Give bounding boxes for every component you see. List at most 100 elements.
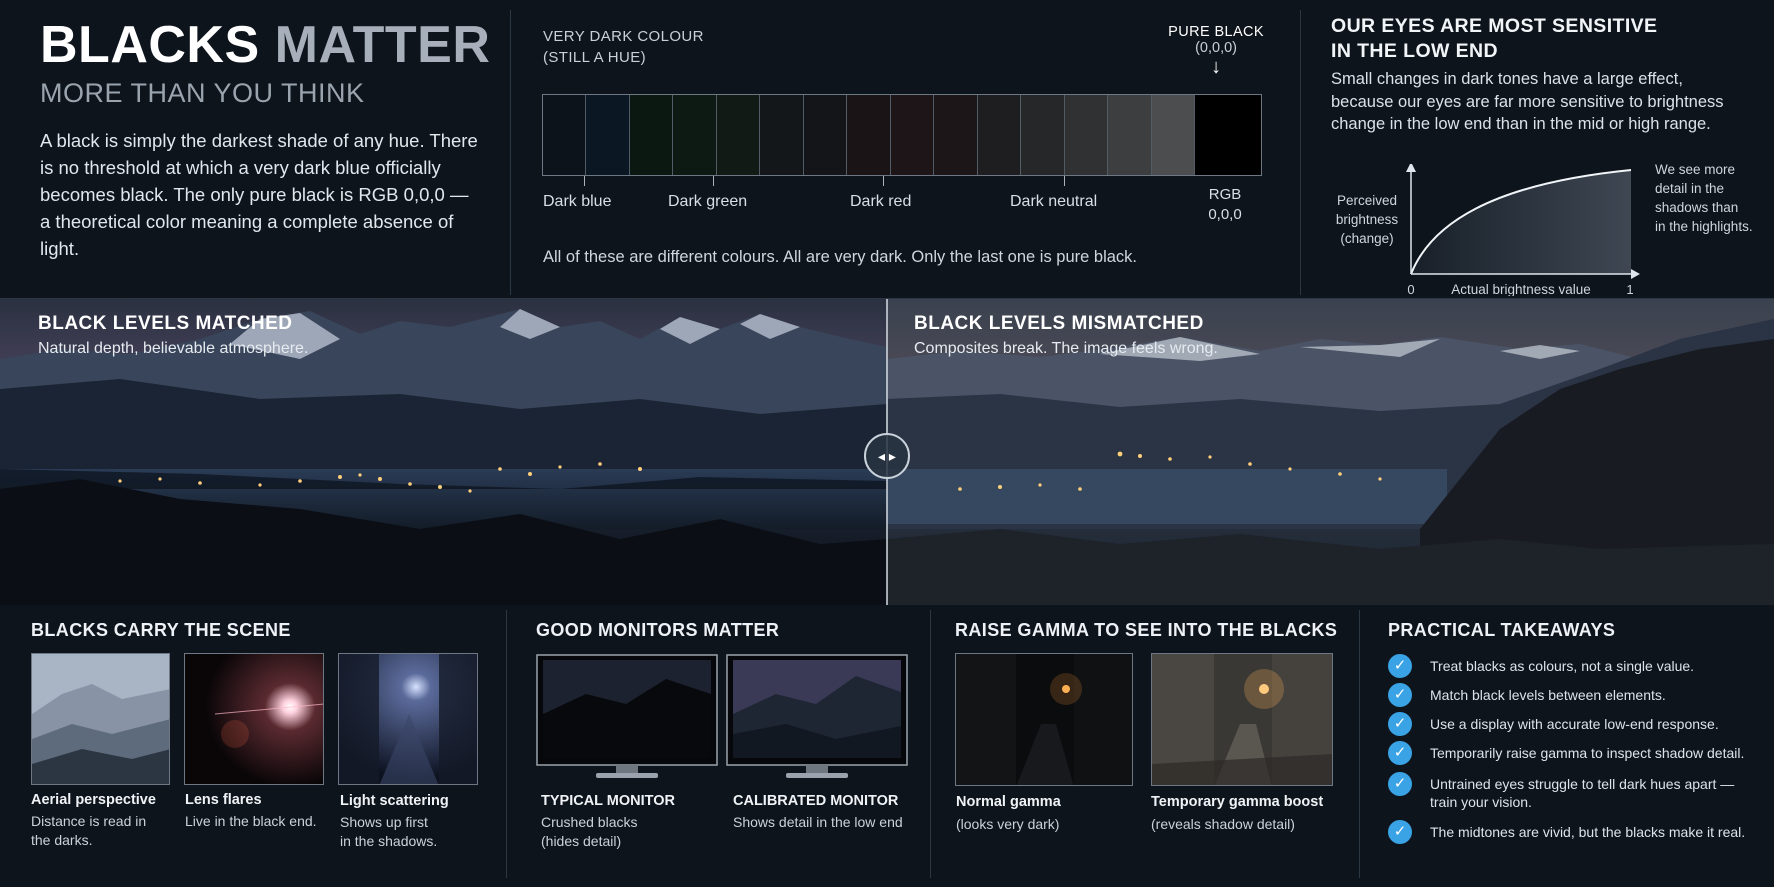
desc-line: Shows up first	[340, 814, 428, 830]
curve-note-line: in the highlights.	[1655, 219, 1753, 234]
pure-black-label: PURE BLACK	[1168, 24, 1264, 40]
caption-line: (STILL A HUE)	[543, 49, 647, 66]
colour-swatch	[1021, 95, 1065, 175]
colour-swatch	[673, 95, 717, 175]
curve-note-line: We see more	[1655, 164, 1735, 177]
colour-swatch	[1195, 95, 1262, 175]
eyes-title-line: OUR EYES ARE MOST SENSITIVE	[1331, 15, 1658, 37]
checkmark-icon: ✓	[1388, 654, 1412, 678]
takeaway-text: The midtones are vivid, but the blacks m…	[1430, 824, 1746, 840]
colour-swatch	[890, 95, 935, 175]
normal-gamma-image	[955, 653, 1133, 786]
desc-line: (hides detail)	[541, 833, 622, 849]
colour-swatch	[543, 95, 587, 175]
title-block: BLACKS MATTER MORE THAN YOU THINK A blac…	[40, 16, 500, 262]
boosted-gamma-desc: (reveals shadow detail)	[1151, 816, 1295, 832]
colour-swatch	[847, 95, 891, 175]
normal-gamma-illustration	[956, 654, 1132, 785]
typical-monitor-title: TYPICAL MONITOR	[541, 793, 675, 809]
caption-line: VERY DARK COLOUR	[543, 28, 704, 45]
takeaway-text: Temporarily raise gamma to inspect shado…	[1430, 745, 1745, 761]
light-scattering-desc: Shows up first in the shadows.	[340, 813, 437, 851]
desc-line: Distance is read in	[31, 813, 147, 829]
eyes-text: Small changes in dark tones have a large…	[1331, 70, 1724, 133]
mismatched-subtitle: Composites break. The image feels wrong.	[914, 340, 1218, 357]
ylabel-line: brightness	[1336, 212, 1399, 227]
divider	[930, 610, 931, 878]
takeaway-item: ✓ Match black levels between elements.	[1388, 683, 1666, 707]
page-title: BLACKS MATTER	[40, 16, 500, 74]
gamma-title: RAISE GAMMA TO SEE INTO THE BLACKS	[955, 620, 1338, 640]
divider	[1300, 10, 1301, 295]
checkmark-icon: ✓	[1388, 683, 1412, 707]
typical-monitor-illustration	[536, 654, 718, 778]
takeaway-text: Use a display with accurate low-end resp…	[1430, 716, 1719, 732]
monitors-panel: GOOD MONITORS MATTER TYPICAL MONITOR Cru…	[536, 620, 926, 880]
colour-swatch	[1151, 95, 1196, 175]
matched-title: BLACK LEVELS MATCHED	[38, 313, 293, 334]
swatch-strip	[542, 94, 1262, 176]
aerial-perspective-desc: Distance is read in the darks.	[31, 812, 146, 850]
swatch-label-dark-blue: Dark blue	[543, 193, 612, 210]
eyes-title: OUR EYES ARE MOST SENSITIVE IN THE LOW E…	[1331, 14, 1771, 64]
sensitivity-curve: Perceived brightness (change) 0 Actual b…	[1336, 164, 1753, 296]
calibrated-monitor-title: CALIBRATED MONITOR	[733, 793, 899, 809]
monitors-title: GOOD MONITORS MATTER	[536, 620, 780, 640]
rgb-label-line: RGB	[1208, 186, 1242, 203]
lake-right	[887, 469, 1447, 524]
curve-note-line: detail in the	[1655, 181, 1724, 196]
ylabel-line: Perceived	[1337, 193, 1397, 208]
desc-line: in the shadows.	[340, 833, 438, 849]
title-word-2: MATTER	[274, 16, 491, 74]
colour-swatch	[760, 95, 804, 175]
colour-swatch	[629, 95, 674, 175]
arrow-down-icon: ↓	[1211, 56, 1222, 78]
x-tick-1: 1	[1626, 282, 1633, 296]
swatch-label-dark-neutral: Dark neutral	[1010, 193, 1098, 210]
swatch-label-dark-red: Dark red	[850, 193, 912, 210]
title-word-1: BLACKS	[40, 16, 260, 74]
swatch-note: All of these are different colours. All …	[543, 248, 1137, 266]
colour-swatch	[1064, 95, 1109, 175]
x-tick-0: 0	[1407, 282, 1414, 296]
ylabel-line: (change)	[1340, 231, 1393, 246]
desc-line: the darks.	[31, 832, 93, 848]
calibrated-monitor-desc: Shows detail in the low end	[733, 814, 903, 830]
rgb-label: RGB 0,0,0	[1190, 185, 1260, 225]
normal-gamma-title: Normal gamma	[956, 794, 1061, 810]
light-scattering-illustration	[339, 654, 477, 784]
aerial-perspective-illustration	[32, 654, 169, 784]
takeaway-item: ✓ Temporarily raise gamma to inspect sha…	[1388, 741, 1744, 765]
light-scattering-image	[338, 653, 478, 785]
boosted-gamma-title: Temporary gamma boost	[1151, 794, 1324, 810]
swatch-tick	[883, 176, 884, 186]
swatch-panel: VERY DARK COLOUR (STILL A HUE) PURE BLAC…	[510, 0, 1300, 298]
checkmark-icon: ✓	[1388, 772, 1412, 796]
divider	[1359, 610, 1360, 878]
takeaway-text: Treat blacks as colours, not a single va…	[1430, 658, 1695, 674]
boosted-gamma-illustration	[1152, 654, 1332, 785]
page-subtitle: MORE THAN YOU THINK	[40, 78, 365, 108]
landscape-comparison: BLACK LEVELS MATCHED Natural depth, beli…	[0, 299, 1774, 605]
very-dark-caption: VERY DARK COLOUR (STILL A HUE)	[543, 26, 704, 68]
intro-text: A black is simply the darkest shade of a…	[40, 130, 478, 259]
takeaway-item: ✓ Untrained eyes struggle to tell dark h…	[1388, 772, 1750, 811]
checkmark-icon: ✓	[1388, 820, 1412, 844]
typical-monitor-desc: Crushed blacks (hides detail)	[541, 813, 638, 851]
colour-swatch	[586, 95, 630, 175]
lens-flare-illustration	[185, 654, 323, 784]
takeaway-text: Untrained eyes struggle to tell dark hue…	[1430, 776, 1735, 810]
eyes-panel: OUR EYES ARE MOST SENSITIVE IN THE LOW E…	[1331, 14, 1771, 296]
y-axis-arrow-icon	[1406, 164, 1416, 172]
curve-fill	[1411, 170, 1631, 274]
gamma-panel: RAISE GAMMA TO SEE INTO THE BLACKS Norma…	[955, 620, 1355, 880]
normal-gamma-desc: (looks very dark)	[956, 816, 1060, 832]
pure-black-caption: PURE BLACK (0,0,0) ↓	[1168, 24, 1264, 78]
comparison-slider-handle[interactable]: ◂ ▸	[864, 433, 910, 479]
xlabel: Actual brightness value	[1451, 282, 1591, 296]
aerial-perspective-title: Aerial perspective	[31, 792, 156, 808]
checkmark-icon: ✓	[1388, 712, 1412, 736]
mismatched-title: BLACK LEVELS MISMATCHED	[914, 313, 1204, 334]
desc-line: Crushed blacks	[541, 814, 638, 830]
lens-flares-title: Lens flares	[185, 792, 262, 808]
